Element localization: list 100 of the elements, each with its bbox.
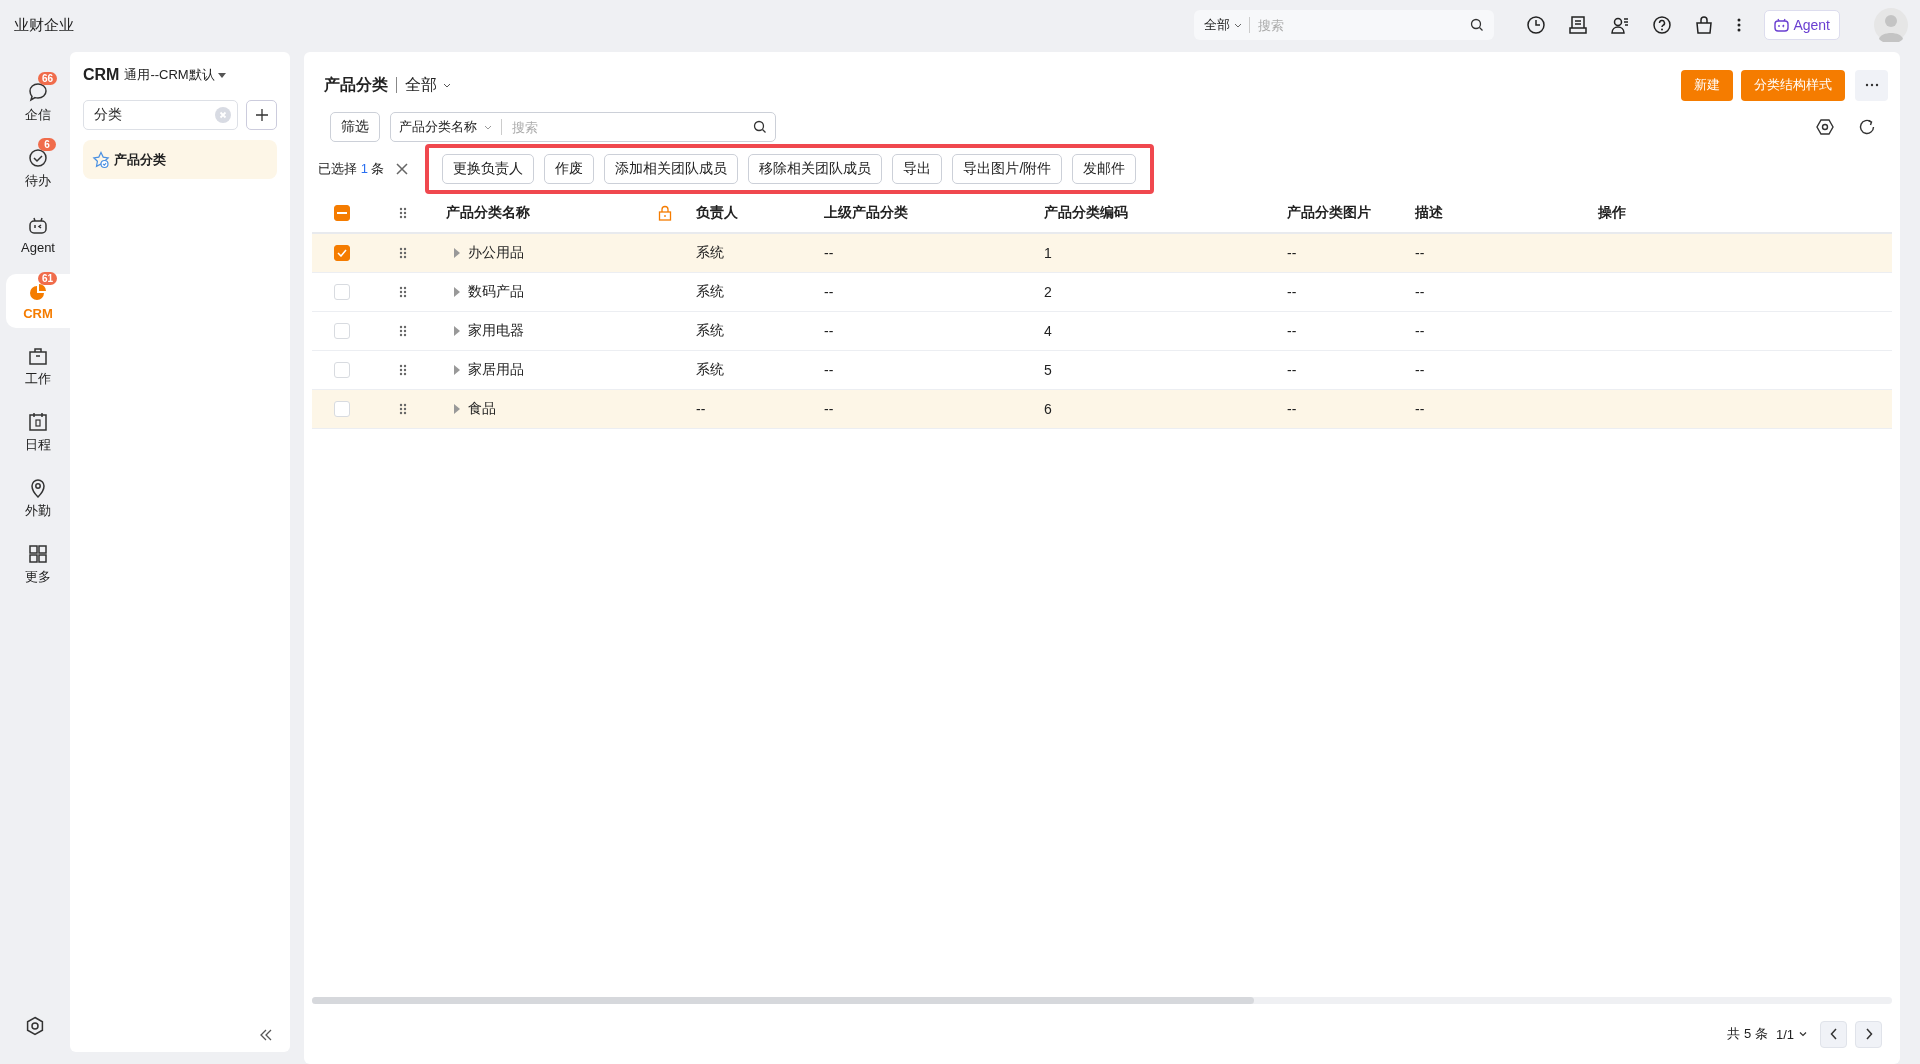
contact-list-icon[interactable]: [1610, 15, 1631, 35]
count-badge: 6: [38, 138, 56, 151]
column-header: 描述: [1415, 204, 1443, 222]
table-cell: 系统: [696, 283, 724, 301]
table-cell: 系统: [696, 244, 724, 262]
total-count: 共 5 条: [1727, 1025, 1768, 1043]
check-icon: [337, 249, 347, 257]
chevron-left-icon: [1829, 1028, 1838, 1040]
action-button[interactable]: 导出: [892, 154, 943, 184]
table-cell: 食品: [468, 400, 496, 418]
expand-icon[interactable]: [454, 365, 460, 375]
search-icon[interactable]: [1470, 18, 1485, 32]
table-cell: 2: [1044, 284, 1052, 300]
table-cell: 家居用品: [468, 361, 524, 379]
expand-icon[interactable]: [454, 287, 460, 297]
calendar-icon: [28, 412, 48, 432]
action-button[interactable]: 添加相关团队成员: [604, 154, 739, 184]
table-cell: --: [1287, 284, 1297, 300]
action-button[interactable]: 导出图片/附件: [952, 154, 1063, 184]
nav-item[interactable]: 更多: [6, 538, 70, 592]
count-badge: 66: [38, 72, 58, 85]
expand-icon[interactable]: [454, 248, 460, 258]
add-button[interactable]: [246, 100, 277, 130]
table-cell: 家用电器: [468, 322, 524, 340]
close-icon[interactable]: [396, 163, 409, 175]
table-cell: --: [824, 284, 834, 300]
drag-handle-icon[interactable]: [399, 247, 407, 259]
expand-icon[interactable]: [454, 326, 460, 336]
column-header: 上级产品分类: [824, 204, 908, 222]
column-header: 负责人: [696, 204, 738, 222]
drag-handle-icon[interactable]: [399, 325, 407, 337]
shopping-bag-icon[interactable]: [1694, 15, 1715, 35]
column-header: 操作: [1598, 204, 1626, 222]
table-cell: 办公用品: [468, 244, 524, 262]
action-button[interactable]: 作废: [544, 154, 595, 184]
settings-icon[interactable]: [25, 1016, 45, 1036]
table-cell: --: [1415, 401, 1425, 417]
search-icon[interactable]: [753, 120, 767, 134]
next-page-button[interactable]: [1855, 1020, 1882, 1048]
drag-handle-icon[interactable]: [399, 364, 407, 376]
search-input[interactable]: 分类: [92, 106, 215, 124]
location-pin-icon: [28, 478, 48, 498]
table-cell: 5: [1044, 362, 1052, 378]
nav-item[interactable]: 工作: [6, 340, 70, 394]
selection-count: 已选择 1 条: [318, 160, 385, 178]
drag-handle-icon[interactable]: [399, 286, 407, 298]
plus-icon: [254, 108, 269, 122]
settings-icon[interactable]: [1816, 118, 1834, 136]
scope-dropdown[interactable]: 全部: [1204, 16, 1244, 34]
expand-icon[interactable]: [454, 404, 460, 414]
caret-icon: [218, 73, 227, 79]
lock-icon[interactable]: [658, 205, 672, 221]
chat-bubble-icon: [28, 82, 48, 102]
search-field[interactable]: 产品分类名称 搜索: [390, 112, 776, 142]
document-tray-icon[interactable]: [1568, 15, 1589, 35]
field-dropdown[interactable]: 产品分类名称: [399, 118, 493, 136]
page-dropdown[interactable]: 1/1: [1775, 1026, 1808, 1042]
clock-icon[interactable]: [1526, 15, 1547, 35]
collapse-icon[interactable]: [259, 1028, 273, 1042]
nav-item[interactable]: Agent: [6, 208, 70, 262]
help-icon[interactable]: [1652, 15, 1673, 35]
more-icon: [1864, 83, 1879, 87]
drag-handle-icon[interactable]: [399, 403, 407, 415]
more-icon[interactable]: [1736, 17, 1743, 33]
table-cell: --: [1287, 323, 1297, 339]
page-title: 产品分类: [324, 74, 388, 95]
robot-icon: [28, 215, 48, 236]
table-cell: --: [824, 323, 834, 339]
chevron-right-icon: [1864, 1028, 1873, 1040]
module-dropdown[interactable]: 通用--CRM默认: [124, 66, 227, 84]
previous-page-button[interactable]: [1820, 1020, 1847, 1048]
scope-dropdown[interactable]: 全部: [405, 74, 452, 96]
action-button[interactable]: 更换负责人: [442, 154, 535, 184]
column-header: 产品分类编码: [1044, 204, 1128, 222]
table-cell: --: [1415, 323, 1425, 339]
column-header: 产品分类图片: [1287, 204, 1371, 222]
table-cell: 1: [1044, 245, 1052, 261]
action-button[interactable]: 发邮件: [1072, 154, 1137, 184]
sidebar-item[interactable]: 产品分类: [83, 140, 277, 179]
action-button[interactable]: 移除相关团队成员: [748, 154, 883, 184]
nav-item[interactable]: 日程: [6, 406, 70, 460]
refresh-icon[interactable]: [1858, 118, 1876, 136]
briefcase-icon: [28, 346, 48, 366]
nav-item[interactable]: 外勤: [6, 472, 70, 526]
drag-handle-icon[interactable]: [399, 207, 407, 219]
caret-icon: [1798, 1029, 1808, 1039]
agent-button[interactable]: Agent: [1764, 10, 1840, 40]
count-badge: 61: [38, 271, 58, 285]
filter-button[interactable]: 筛选: [330, 112, 380, 142]
search-field[interactable]: 全部 搜索: [1194, 10, 1495, 40]
check-circle-icon: [28, 148, 48, 168]
table-cell: --: [824, 401, 834, 417]
pie-chart-icon: [28, 281, 48, 302]
select-all-checkbox[interactable]: [334, 205, 350, 221]
row-checkbox[interactable]: [334, 245, 350, 261]
scrollbar-thumb[interactable]: [312, 997, 1254, 1004]
table-cell: 系统: [696, 322, 724, 340]
table-cell: --: [824, 245, 834, 261]
table-row[interactable]: 食品 -- -- 6 -- --: [312, 390, 1892, 429]
search-field[interactable]: 分类: [83, 100, 238, 130]
